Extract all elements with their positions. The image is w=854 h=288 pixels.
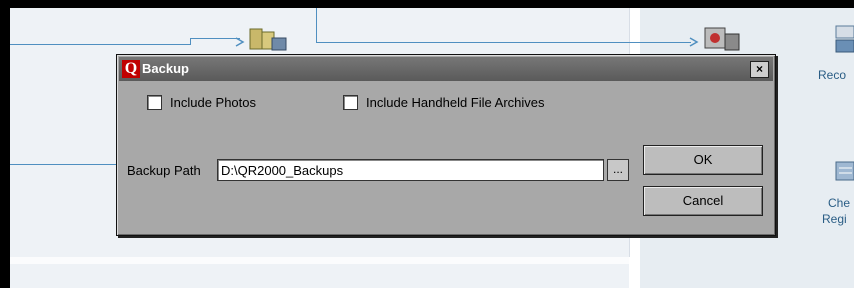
include-photos-row[interactable]: Include Photos: [147, 95, 256, 110]
check-register-label-1[interactable]: Che: [828, 196, 850, 210]
include-archives-label: Include Handheld File Archives: [366, 95, 545, 110]
include-archives-checkbox[interactable]: [343, 95, 358, 110]
check-register-icon[interactable]: [834, 160, 854, 186]
cancel-button[interactable]: Cancel: [643, 186, 763, 216]
connector-line: [316, 42, 691, 43]
connector-line: [316, 8, 317, 42]
arrow-icon: [688, 33, 700, 52]
app-logo-icon: Q: [122, 60, 140, 78]
connector-line: [10, 44, 190, 45]
close-button[interactable]: ×: [750, 61, 769, 78]
connector-line: [10, 164, 118, 165]
connector-line: [190, 38, 191, 45]
connector-line: [190, 38, 240, 39]
include-photos-checkbox[interactable]: [147, 95, 162, 110]
dialog-titlebar[interactable]: Q Backup ×: [119, 57, 773, 81]
ok-button[interactable]: OK: [643, 145, 763, 175]
backup-path-input[interactable]: D:\QR2000_Backups: [217, 159, 604, 181]
panel-divider: [10, 257, 629, 264]
reconcile-label[interactable]: Reco: [818, 68, 846, 82]
window-border-left: [0, 0, 10, 288]
dialog-title: Backup: [142, 61, 189, 76]
window-border-top: [0, 0, 854, 8]
workflow-panel-lower: [10, 264, 629, 288]
close-icon: ×: [755, 62, 763, 76]
browse-button[interactable]: ...: [607, 159, 629, 181]
include-archives-row[interactable]: Include Handheld File Archives: [343, 95, 545, 110]
reconcile-icon[interactable]: [834, 24, 854, 60]
backup-path-label: Backup Path: [127, 163, 201, 178]
backup-dialog: Q Backup × Include Photos Include Handhe…: [116, 54, 776, 236]
arrow-icon: [234, 33, 246, 52]
include-photos-label: Include Photos: [170, 95, 257, 110]
backup-files-icon[interactable]: [248, 26, 288, 56]
restore-icon[interactable]: [703, 24, 743, 56]
check-register-label-2[interactable]: Regi: [822, 212, 847, 226]
